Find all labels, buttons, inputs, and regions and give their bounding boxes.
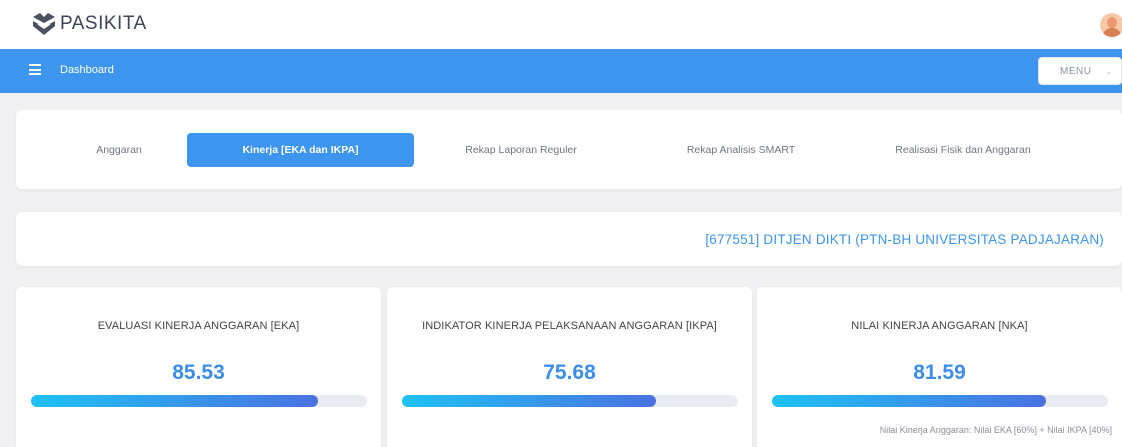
user-avatar[interactable] [1100, 13, 1122, 37]
progress-fill [402, 395, 657, 407]
menu-label: MENU [1060, 66, 1092, 77]
nav-title[interactable]: Dashboard [60, 64, 114, 76]
progress-fill [31, 395, 319, 407]
progress-track [402, 395, 738, 407]
tab-kinerja[interactable]: Kinerja [EKA dan IKPA] [187, 133, 414, 167]
nka-formula-note: Nilai Kinerja Anggaran: Nilai EKA [60%] … [879, 425, 1112, 435]
menu-dropdown-button[interactable]: MENU ⌄ [1038, 57, 1122, 85]
metric-title: INDIKATOR KINERJA PELAKSANAAN ANGGARAN [… [422, 320, 717, 332]
metric-value: 85.53 [172, 361, 225, 384]
metric-title: NILAI KINERJA ANGGARAN [NKA] [851, 320, 1028, 332]
metric-value: 75.68 [543, 361, 596, 384]
tab-rekap-laporan-reguler[interactable]: Rekap Laporan Reguler [446, 133, 596, 167]
brand-logo[interactable]: PASIKITA [30, 11, 147, 37]
brand-logo-icon [33, 13, 55, 35]
metric-card-ikpa: INDIKATOR KINERJA PELAKSANAAN ANGGARAN [… [387, 287, 752, 447]
chevron-down-icon: ⌄ [1105, 66, 1113, 76]
progress-track [31, 395, 367, 407]
unit-card: [677551] DITJEN DIKTI (PTN-BH UNIVERSITA… [16, 212, 1122, 266]
tab-realisasi-fisik[interactable]: Realisasi Fisik dan Anggaran [868, 133, 1058, 167]
tab-anggaran[interactable]: Anggaran [72, 133, 166, 167]
tab-rekap-analisis-smart[interactable]: Rekap Analisis SMART [666, 133, 816, 167]
metric-card-eka: EVALUASI KINERJA ANGGARAN [EKA] 85.53 [16, 287, 381, 447]
tabs-card: Anggaran Kinerja [EKA dan IKPA] Rekap La… [16, 110, 1122, 189]
metric-card-nka: NILAI KINERJA ANGGARAN [NKA] 81.59 Nilai… [757, 287, 1122, 447]
main-navbar: Dashboard MENU ⌄ [0, 49, 1122, 93]
progress-fill [772, 395, 1047, 407]
top-header: PASIKITA [0, 0, 1122, 49]
metric-value: 81.59 [913, 361, 966, 384]
unit-name: [677551] DITJEN DIKTI (PTN-BH UNIVERSITA… [705, 232, 1104, 247]
avatar-body-icon [1103, 28, 1121, 37]
avatar-head-icon [1107, 17, 1117, 28]
brand-name: PASIKITA [60, 13, 147, 34]
progress-track [772, 395, 1108, 407]
metric-title: EVALUASI KINERJA ANGGARAN [EKA] [97, 320, 300, 332]
hamburger-menu-icon[interactable] [29, 64, 41, 75]
